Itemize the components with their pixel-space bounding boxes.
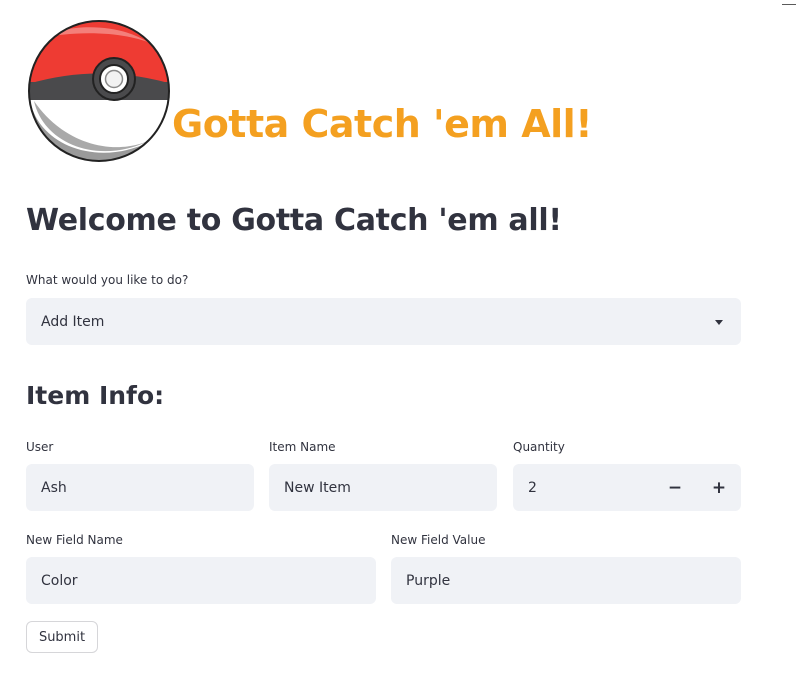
action-select[interactable]: Add Item xyxy=(26,298,741,345)
action-select-label: What would you like to do? xyxy=(26,273,189,287)
pokeball-icon xyxy=(28,20,170,162)
submit-button[interactable]: Submit xyxy=(26,621,98,653)
new-field-value-input[interactable]: Purple xyxy=(391,557,741,604)
user-input[interactable]: Ash xyxy=(26,464,254,511)
page-title: Welcome to Gotta Catch 'em all! xyxy=(26,203,562,238)
new-field-name-input[interactable]: Color xyxy=(26,557,376,604)
new-field-value-value: Purple xyxy=(406,572,451,589)
new-field-name-value: Color xyxy=(41,572,78,589)
new-field-name-label: New Field Name xyxy=(26,533,123,547)
quantity-decrement-button[interactable]: − xyxy=(663,476,687,500)
item-name-input[interactable]: New Item xyxy=(269,464,497,511)
new-field-value-label: New Field Value xyxy=(391,533,486,547)
window-corner-mark xyxy=(782,4,796,5)
quantity-increment-button[interactable]: + xyxy=(707,476,731,500)
quantity-label: Quantity xyxy=(513,440,565,454)
chevron-down-icon[interactable] xyxy=(715,319,723,325)
user-input-value: Ash xyxy=(41,479,67,496)
action-select-value: Add Item xyxy=(41,313,105,330)
quantity-stepper[interactable]: 2 − + xyxy=(513,464,741,511)
app-title: Gotta Catch 'em All! xyxy=(172,102,593,146)
app-header: Gotta Catch 'em All! xyxy=(26,18,726,166)
quantity-value[interactable]: 2 xyxy=(528,480,537,496)
user-label: User xyxy=(26,440,54,454)
section-heading: Item Info: xyxy=(26,381,165,410)
item-name-input-value: New Item xyxy=(284,479,351,496)
item-name-label: Item Name xyxy=(269,440,336,454)
